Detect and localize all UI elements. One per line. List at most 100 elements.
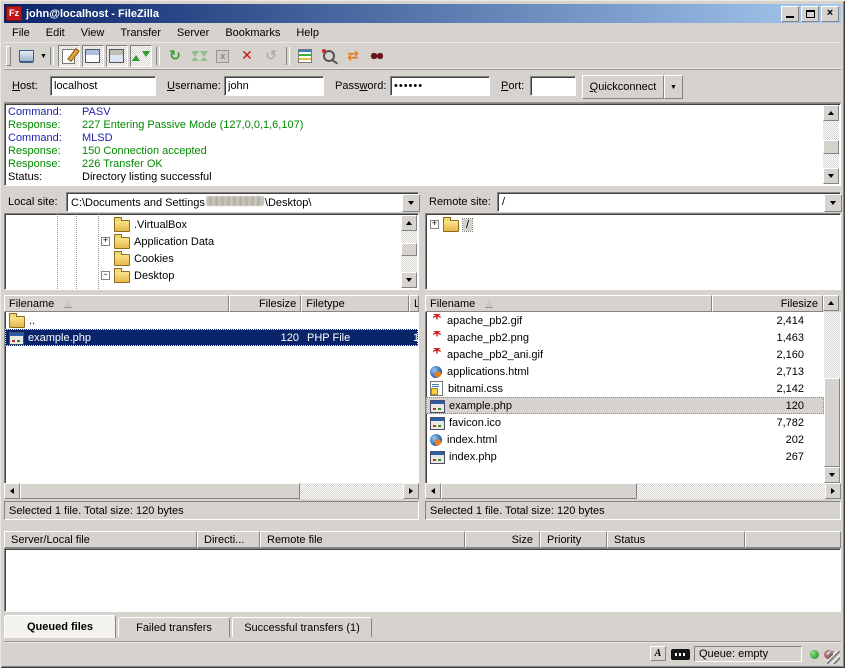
queue-list[interactable] — [4, 548, 841, 612]
indicator-badge-icon[interactable] — [671, 649, 690, 660]
quickconnect-dropdown[interactable]: ▼ — [664, 75, 683, 99]
scroll-right-button[interactable] — [403, 483, 419, 499]
log-scrollbar[interactable] — [823, 105, 839, 184]
queue-col-priority[interactable]: Priority — [540, 531, 607, 548]
tree-item[interactable]: +Application Data — [101, 233, 400, 250]
site-manager-dropdown[interactable]: ▼ — [40, 53, 47, 60]
process-queue-button[interactable] — [188, 45, 210, 67]
local-hscrollbar[interactable] — [4, 483, 419, 499]
scroll-down-button[interactable] — [823, 168, 839, 184]
menu-view[interactable]: View — [73, 24, 113, 41]
scroll-thumb[interactable] — [823, 140, 839, 154]
scroll-left-button[interactable] — [4, 483, 20, 499]
synchronized-browsing-button[interactable]: ⇄ — [342, 45, 364, 67]
tree-item[interactable]: -Desktop — [101, 267, 400, 284]
file-row[interactable]: applications.html2,713 — [426, 363, 824, 380]
expander-icon[interactable]: + — [430, 220, 439, 229]
file-row[interactable]: bitnami.css2,142 — [426, 380, 824, 397]
filezilla-app-icon[interactable]: Fz — [6, 6, 22, 21]
scroll-thumb[interactable] — [824, 378, 840, 467]
port-input[interactable] — [530, 76, 576, 96]
tab-failed-transfers[interactable]: Failed transfers — [118, 617, 230, 637]
resize-grip[interactable] — [827, 651, 840, 664]
menu-help[interactable]: Help — [288, 24, 327, 41]
expander-icon[interactable]: + — [101, 237, 110, 246]
title-bar[interactable]: Fz john@localhost - FileZilla × — [4, 4, 841, 23]
remote-site-combo-arrow[interactable] — [824, 194, 842, 212]
scroll-up-button[interactable] — [823, 105, 839, 121]
scroll-up-button[interactable] — [401, 215, 417, 231]
reconnect-button[interactable]: ↺ — [260, 45, 282, 67]
file-row[interactable]: example.php120PHP File1 — [5, 329, 418, 346]
tree-item[interactable]: .VirtualBox — [101, 216, 400, 233]
css-icon — [430, 381, 443, 396]
file-row[interactable]: *apache_pb2_ani.gif2,160 — [426, 346, 824, 363]
file-row[interactable]: .. — [5, 312, 418, 329]
refresh-button[interactable]: ↻ — [164, 45, 186, 67]
local-tree-scrollbar[interactable] — [401, 215, 417, 288]
remote-list-scrollbar[interactable] — [824, 312, 840, 483]
scroll-up-button[interactable] — [823, 295, 839, 311]
toggle-queue-button[interactable] — [130, 45, 152, 67]
remote-root-label[interactable]: / — [463, 219, 472, 231]
scroll-thumb[interactable] — [401, 243, 417, 256]
queue-col-server-local-file[interactable]: Server/Local file — [4, 531, 197, 548]
queue-col-size[interactable]: Size — [465, 531, 540, 548]
menu-transfer[interactable]: Transfer — [112, 24, 169, 41]
toggle-local-tree-button[interactable] — [82, 45, 104, 67]
find-files-button[interactable] — [366, 45, 388, 67]
toggle-message-log-button[interactable] — [58, 45, 80, 67]
menu-server[interactable]: Server — [169, 24, 217, 41]
file-row[interactable]: index.php267 — [426, 448, 824, 465]
remote-site-combo[interactable]: / — [497, 192, 841, 212]
scroll-down-button[interactable] — [824, 467, 840, 483]
file-row[interactable]: favicon.ico7,782 — [426, 414, 824, 431]
scroll-left-button[interactable] — [425, 483, 441, 499]
remote-col-filename[interactable]: Filename — [425, 295, 712, 312]
queue-col-direction[interactable]: Directi... — [197, 531, 260, 548]
maximize-button[interactable] — [801, 6, 819, 22]
menu-file[interactable]: File — [4, 24, 38, 41]
password-input[interactable] — [390, 76, 490, 96]
queue-col-status[interactable]: Status — [607, 531, 745, 548]
transfer-type-ascii-icon[interactable]: A — [650, 646, 666, 661]
toggle-remote-tree-button[interactable] — [106, 45, 128, 67]
file-row[interactable]: *apache_pb2.gif2,414 — [426, 312, 824, 329]
cancel-operation-button[interactable]: x — [212, 45, 234, 67]
local-col-filename[interactable]: Filename — [4, 295, 229, 312]
username-input[interactable] — [224, 76, 324, 96]
local-col-filetype[interactable]: Filetype — [301, 295, 409, 312]
tab-queued-files[interactable]: Queued files — [4, 615, 116, 638]
scroll-down-button[interactable] — [401, 272, 417, 288]
directory-comparison-button[interactable] — [318, 45, 340, 67]
tree-item[interactable]: Cookies — [101, 250, 400, 267]
tree-line — [98, 214, 99, 289]
local-site-combo[interactable]: C:\Documents and Settings\Desktop\ — [66, 192, 419, 212]
file-row[interactable]: index.html202 — [426, 431, 824, 448]
local-col-filesize[interactable]: Filesize — [229, 295, 301, 312]
tab-successful-transfers[interactable]: Successful transfers (1) — [232, 617, 372, 637]
local-col-lastmodified[interactable]: L — [409, 295, 419, 312]
menu-bookmarks[interactable]: Bookmarks — [217, 24, 288, 41]
close-button[interactable]: × — [821, 6, 839, 22]
host-input[interactable] — [50, 76, 156, 96]
scroll-right-button[interactable] — [825, 483, 841, 499]
minimize-button[interactable] — [781, 6, 799, 22]
scroll-thumb[interactable] — [441, 483, 637, 499]
menu-edit[interactable]: Edit — [38, 24, 73, 41]
local-site-combo-arrow[interactable] — [402, 194, 420, 212]
arrow-left-icon — [428, 488, 435, 494]
file-row[interactable]: example.php120 — [426, 397, 824, 414]
quickconnect-button[interactable]: Quickconnect — [582, 75, 664, 99]
remote-tree-root[interactable]: + / — [426, 214, 840, 233]
expander-icon[interactable]: - — [101, 271, 110, 280]
scroll-thumb[interactable] — [20, 483, 300, 499]
toolbar-grip[interactable] — [6, 46, 11, 66]
filter-button[interactable] — [294, 45, 316, 67]
remote-hscrollbar[interactable] — [425, 483, 841, 499]
disconnect-button[interactable]: ✕ — [236, 45, 258, 67]
queue-col-remote-file[interactable]: Remote file — [260, 531, 465, 548]
site-manager-button[interactable] — [15, 45, 37, 67]
file-row[interactable]: *apache_pb2.png1,463 — [426, 329, 824, 346]
remote-col-filesize[interactable]: Filesize — [712, 295, 823, 312]
